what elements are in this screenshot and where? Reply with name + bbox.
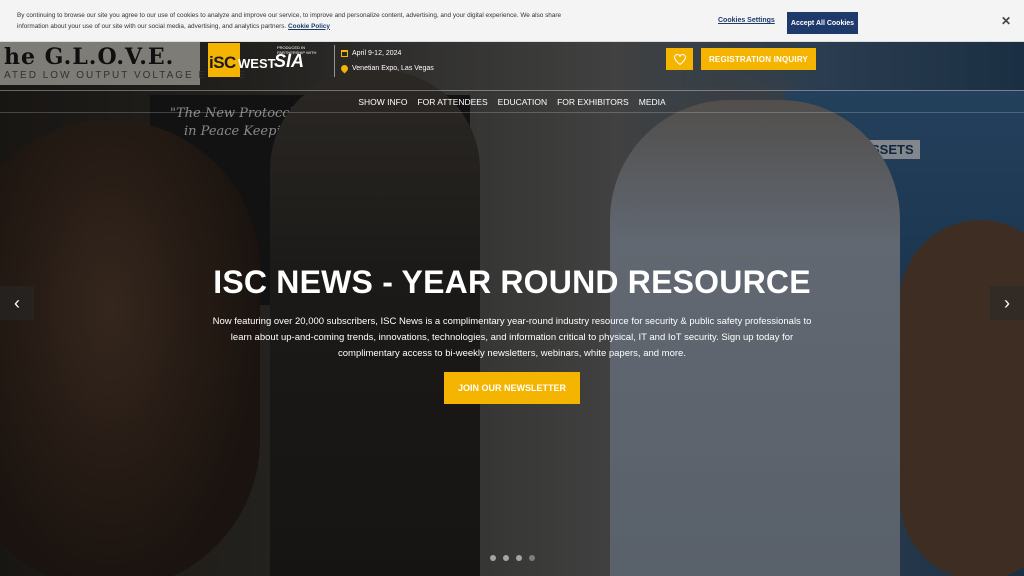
logo-divider [334,45,335,77]
carousel-prev-button[interactable]: ‹ [0,286,34,320]
accept-all-cookies-button[interactable]: Accept All Cookies [787,12,858,34]
registration-inquiry-button[interactable]: REGISTRATION INQUIRY [701,48,816,70]
event-dates-row: April 9-12, 2024 [341,46,434,61]
isc-logo-west: WEST [238,56,276,71]
nav-divider [0,90,1024,91]
sia-logo-text: SIA [274,51,305,71]
calendar-icon [341,50,348,57]
main-nav: SHOW INFO FOR ATTENDEES EDUCATION FOR EX… [0,94,1024,110]
nav-item-show-info[interactable]: SHOW INFO [358,94,407,110]
cookie-consent-bar: By continuing to browse our site you agr… [0,0,1024,42]
isc-west-logo[interactable]: iSC WEST [208,43,276,77]
carousel-dot[interactable] [515,555,522,561]
carousel-next-button[interactable]: › [990,286,1024,320]
nav-divider-bottom [0,112,1024,113]
chevron-left-icon: ‹ [14,292,20,313]
cookie-policy-link[interactable]: Cookie Policy [288,23,330,30]
hero-description: Now featuring over 20,000 subscribers, I… [212,316,812,359]
sia-logo[interactable]: PRODUCED IN PARTNERSHIP WITH SIA [274,45,328,75]
cookie-consent-text: By continuing to browse our site you agr… [17,11,577,32]
nav-item-media[interactable]: MEDIA [639,94,666,110]
carousel-dot-active[interactable] [528,555,535,561]
event-dates: April 9-12, 2024 [352,50,402,57]
event-location-row: Venetian Expo, Las Vegas [339,61,434,76]
cookies-settings-button[interactable]: Cookies Settings [718,17,775,24]
nav-item-education[interactable]: EDUCATION [498,94,547,110]
heart-icon [673,53,686,65]
carousel-dot[interactable] [489,555,496,561]
hero-title: ISC NEWS - YEAR ROUND RESOURCE [213,264,811,300]
chevron-right-icon: › [1004,292,1010,313]
close-icon[interactable]: ✕ [1001,14,1011,28]
event-info: April 9-12, 2024 Venetian Expo, Las Vega… [339,46,434,76]
nav-item-for-exhibitors[interactable]: FOR EXHIBITORS [557,94,629,110]
favorites-button[interactable] [666,48,693,70]
location-pin-icon [339,63,350,74]
event-location: Venetian Expo, Las Vegas [352,65,434,72]
carousel-pagination [0,555,1024,561]
isc-logo-text: iSC [209,53,236,72]
carousel-dot[interactable] [502,555,509,561]
nav-item-for-attendees[interactable]: FOR ATTENDEES [417,94,487,110]
join-newsletter-button[interactable]: JOIN OUR NEWSLETTER [444,372,580,404]
